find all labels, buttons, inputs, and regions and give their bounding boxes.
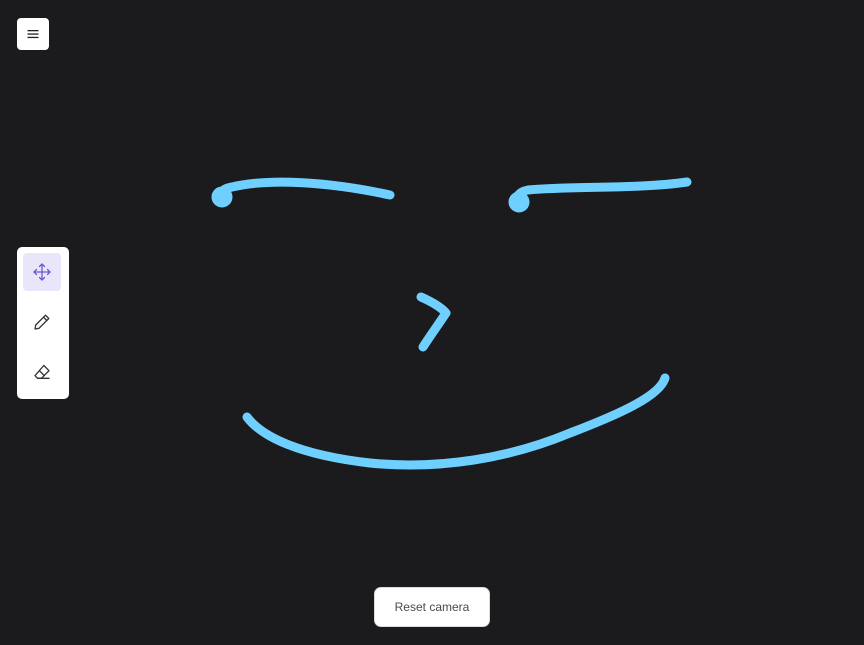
- hamburger-menu-icon: [27, 30, 39, 39]
- tool-eraser[interactable]: [23, 353, 61, 391]
- stroke-mouth: [242, 373, 670, 470]
- tool-pen[interactable]: [23, 303, 61, 341]
- stroke-left-eyebrow-dot: [211, 186, 233, 208]
- pencil-icon: [34, 314, 50, 330]
- main-menu-button[interactable]: [17, 18, 49, 50]
- move-arrows-icon: [33, 263, 51, 281]
- eraser-icon: [34, 364, 50, 379]
- whiteboard-app: Reset camera: [0, 0, 864, 645]
- tool-move[interactable]: [23, 253, 61, 291]
- stroke-left-eyebrow: [216, 177, 395, 204]
- stroke-right-eyebrow-dot: [508, 191, 530, 213]
- reset-camera-button[interactable]: Reset camera: [374, 587, 490, 627]
- drawing-canvas[interactable]: [0, 0, 864, 645]
- stroke-nose: [416, 292, 451, 352]
- tool-palette: [17, 247, 69, 399]
- stroke-right-eyebrow: [512, 177, 692, 210]
